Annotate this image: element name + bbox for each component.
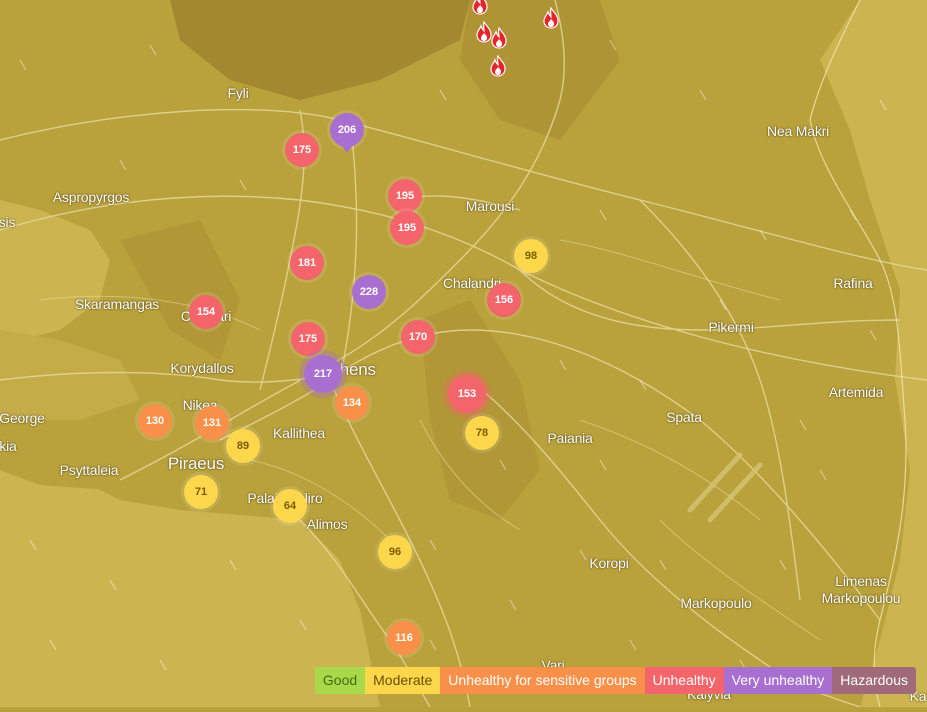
aqi-station-marker[interactable]: 156 (487, 283, 521, 317)
aqi-station-marker[interactable]: 71 (184, 475, 218, 509)
legend-moderate[interactable]: Moderate (365, 667, 441, 694)
flame-icon[interactable] (542, 6, 560, 29)
aqi-station-marker[interactable]: 96 (378, 535, 412, 569)
place-label: Alimos (306, 516, 348, 532)
place-label: Skaramangas (74, 296, 160, 312)
aqi-station-marker[interactable]: 175 (285, 133, 319, 167)
place-label: Paiania (547, 430, 593, 446)
legend-unhealthy-for-sensitive-groups[interactable]: Unhealthy for sensitive groups (440, 667, 645, 694)
flame-icon[interactable] (490, 26, 508, 49)
aqi-station-marker[interactable]: 217 (304, 355, 342, 393)
aqi-station-marker[interactable]: 154 (189, 295, 223, 329)
place-label: Kallithea (273, 425, 325, 441)
aqi-station-marker[interactable]: 195 (388, 179, 422, 213)
place-label: Rafina (833, 275, 873, 291)
place-label: Pikermi (708, 319, 754, 335)
place-label: Marousi (465, 198, 515, 214)
aqi-station-marker[interactable]: 130 (138, 404, 172, 438)
place-label: George (0, 410, 45, 426)
place-label: kia (0, 438, 17, 454)
aqi-station-marker[interactable]: 206 (330, 113, 364, 147)
aqi-station-marker[interactable]: 175 (291, 322, 325, 356)
place-label: Koropi (589, 555, 629, 571)
legend-good[interactable]: Good (314, 667, 366, 694)
aqi-station-marker[interactable]: 89 (226, 429, 260, 463)
aqi-legend: Good Moderate Unhealthy for sensitive grou… (314, 667, 916, 694)
aqi-station-marker[interactable]: 131 (195, 406, 229, 440)
legend-unhealthy[interactable]: Unhealthy (644, 667, 724, 694)
map-basemap (0, 0, 927, 708)
aqi-station-marker[interactable]: 195 (390, 211, 424, 245)
aqi-station-marker[interactable]: 116 (387, 621, 421, 655)
aqi-station-marker[interactable]: 98 (514, 239, 548, 273)
place-label: Aspropyrgos (52, 189, 130, 205)
aqi-station-marker[interactable]: 64 (273, 489, 307, 523)
place-label: Limenas Markopoulou (821, 573, 901, 606)
aqi-station-marker[interactable]: 228 (352, 275, 386, 309)
aqi-station-marker[interactable]: 170 (401, 320, 435, 354)
place-label: Korydallos (170, 360, 234, 376)
place-label: Piraeus (167, 454, 225, 473)
aqi-station-marker[interactable]: 181 (290, 246, 324, 280)
air-quality-map[interactable] (0, 0, 927, 708)
place-label: sis (0, 214, 16, 230)
aqi-station-marker[interactable]: 134 (335, 386, 369, 420)
aqi-station-marker[interactable]: 153 (448, 375, 486, 413)
aqi-station-marker[interactable]: 78 (465, 416, 499, 450)
place-label: Nea Makri (767, 123, 829, 139)
place-label: Markopoulo (680, 595, 752, 611)
place-label: Spata (666, 409, 702, 425)
place-label: Artemida (828, 384, 884, 400)
place-label: Fyli (227, 85, 249, 101)
legend-hazardous[interactable]: Hazardous (832, 667, 916, 694)
flame-icon[interactable] (489, 54, 507, 77)
legend-very-unhealthy[interactable]: Very unhealthy (723, 667, 833, 694)
flame-icon[interactable] (471, 0, 489, 15)
place-label: Psyttaleia (59, 462, 119, 478)
